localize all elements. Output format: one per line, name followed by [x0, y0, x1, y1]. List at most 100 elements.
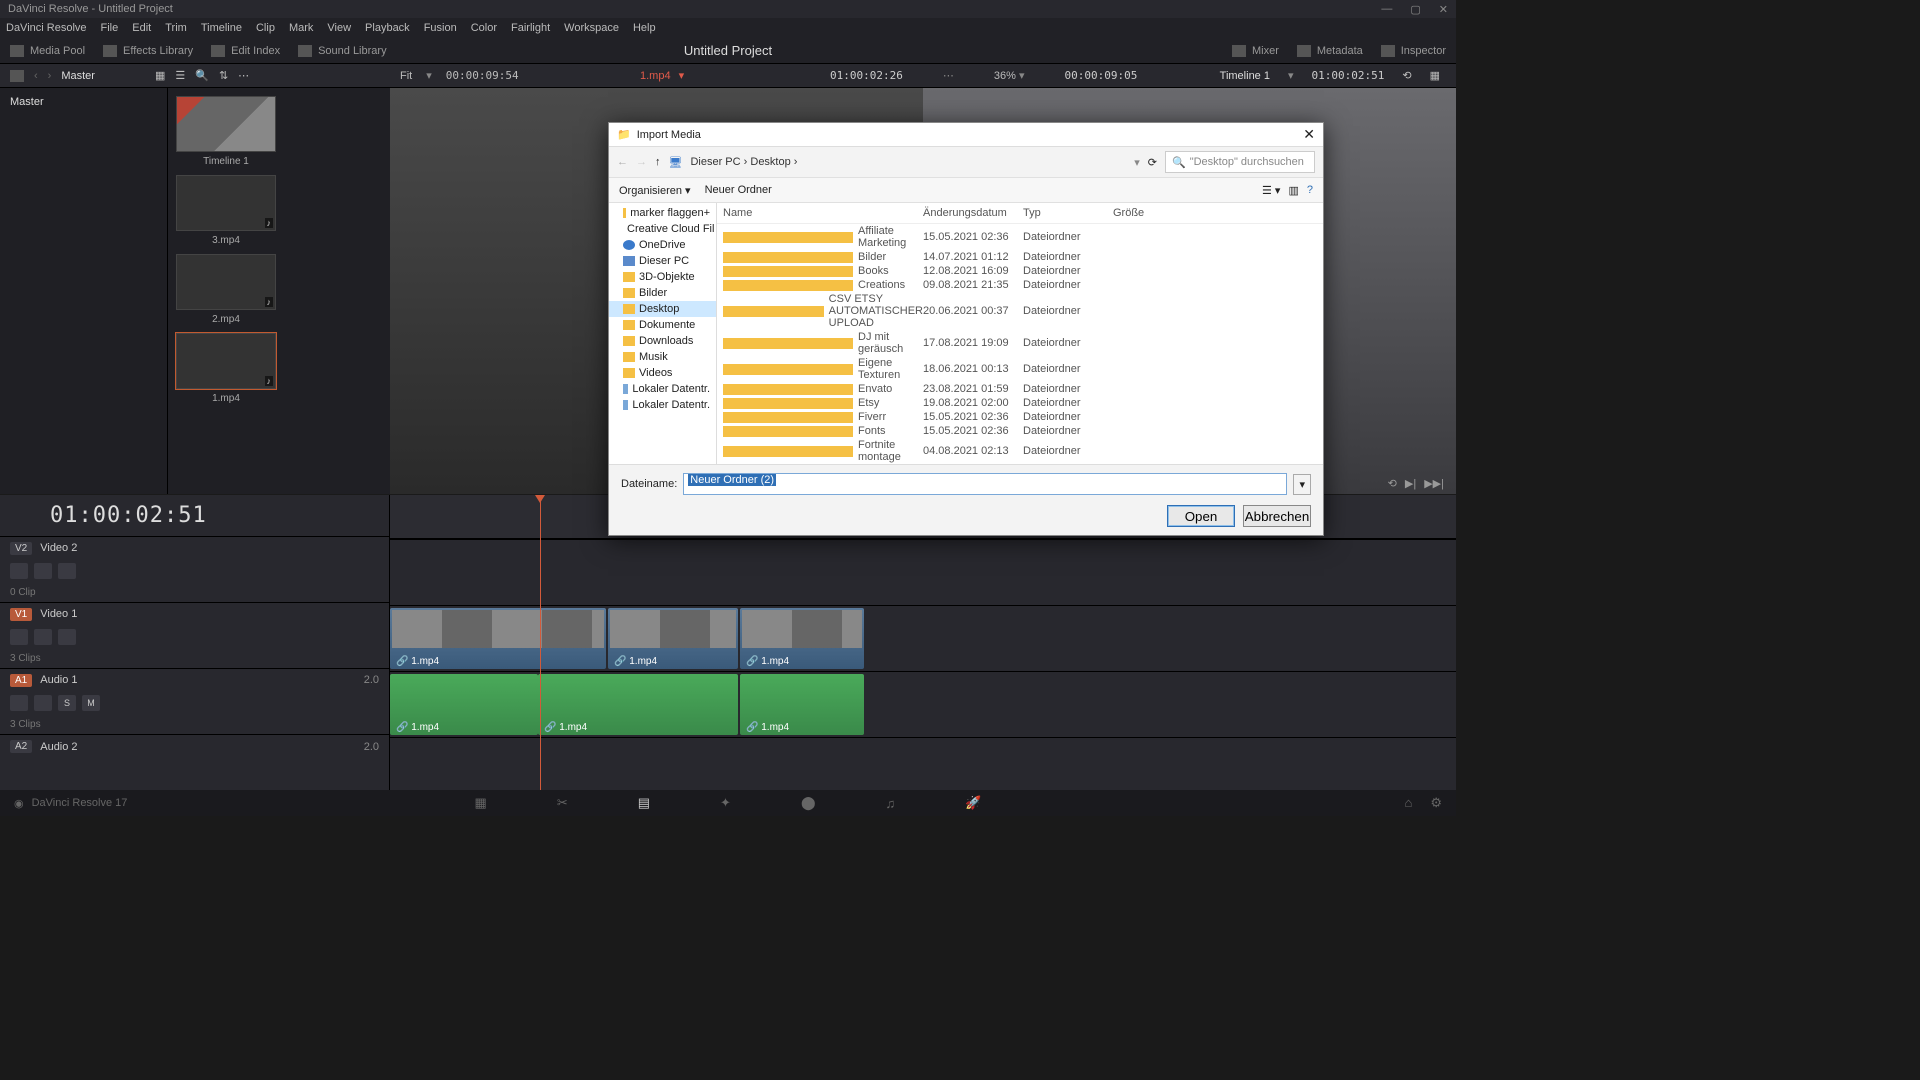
menu-clip[interactable]: Clip — [256, 22, 275, 34]
enable-button[interactable] — [34, 629, 52, 645]
menu-help[interactable]: Help — [633, 22, 656, 34]
track-badge[interactable]: A2 — [10, 740, 32, 753]
forward-icon[interactable]: → — [636, 156, 647, 168]
tree-item[interactable]: Desktop — [609, 301, 716, 317]
edit-index-tab[interactable]: Edit Index — [211, 45, 280, 57]
timeline-clip[interactable]: 🔗 1.mp4 — [608, 608, 738, 669]
search-icon[interactable]: 🔍 — [195, 69, 209, 82]
fairlight-page-icon[interactable]: ♫ — [886, 796, 896, 811]
up-icon[interactable]: ↑ — [655, 156, 661, 168]
settings-icon[interactable]: ⚙ — [1430, 795, 1442, 811]
file-row[interactable]: Affiliate Marketing15.05.2021 02:36Datei… — [717, 224, 1323, 250]
tree-item[interactable]: Dieser PC — [609, 253, 716, 269]
mixer-tab[interactable]: Mixer — [1232, 45, 1279, 57]
menu-fairlight[interactable]: Fairlight — [511, 22, 550, 34]
menu-workspace[interactable]: Workspace — [564, 22, 619, 34]
media-pool-grid[interactable]: Timeline 1 ♪3.mp4 ♪2.mp4 ♪1.mp4 — [168, 88, 390, 494]
bin-name[interactable]: Master — [61, 70, 95, 82]
folder-tree[interactable]: marker flaggen+Creative Cloud FilOneDriv… — [609, 203, 717, 464]
file-row[interactable]: Envato23.08.2021 01:59Dateiordner — [717, 382, 1323, 396]
track-header-v1[interactable]: V1Video 13 Clips — [0, 602, 389, 668]
menu-playback[interactable]: Playback — [365, 22, 410, 34]
tree-item[interactable]: Videos — [609, 365, 716, 381]
back-icon[interactable]: ← — [617, 156, 628, 168]
deliver-page-icon[interactable]: 🚀 — [965, 795, 981, 811]
sort-icon[interactable]: ⇅ — [219, 69, 228, 82]
tree-item[interactable]: 3D-Objekte — [609, 269, 716, 285]
file-row[interactable]: Etsy19.08.2021 02:00Dateiordner — [717, 396, 1323, 410]
fit-dropdown[interactable]: Fit — [400, 70, 412, 82]
cut-page-icon[interactable]: ✂ — [557, 795, 568, 811]
lock-button[interactable] — [10, 629, 28, 645]
file-row[interactable]: Creations09.08.2021 21:35Dateiordner — [717, 278, 1323, 292]
track-a2[interactable] — [390, 737, 1456, 761]
home-icon[interactable]: ⌂ — [1404, 795, 1412, 811]
enable-button[interactable] — [34, 563, 52, 579]
track-v2[interactable] — [390, 539, 1456, 605]
chevron-down-icon[interactable]: ▾ — [1288, 69, 1294, 82]
track-v1[interactable]: 🔗 1.mp4🔗 1.mp4🔗 1.mp4 — [390, 605, 1456, 671]
metadata-tab[interactable]: Metadata — [1297, 45, 1363, 57]
tree-item[interactable]: Dokumente — [609, 317, 716, 333]
bin-tree[interactable]: Master — [0, 88, 168, 494]
menu-color[interactable]: Color — [471, 22, 497, 34]
media-thumb[interactable]: ♪2.mp4 — [176, 254, 276, 325]
help-icon[interactable]: ? — [1307, 184, 1313, 196]
menu-edit[interactable]: Edit — [132, 22, 151, 34]
sync-icon[interactable]: ⟲ — [1402, 69, 1411, 82]
minimize-icon[interactable]: — — [1381, 3, 1392, 16]
tree-item[interactable]: Downloads — [609, 333, 716, 349]
refresh-icon[interactable]: ⟳ — [1148, 156, 1157, 169]
media-thumb[interactable]: ♪3.mp4 — [176, 175, 276, 246]
zoom-level[interactable]: 36% — [994, 70, 1016, 82]
play-end-icon[interactable]: ▶| — [1405, 477, 1416, 490]
file-row[interactable]: Fortnite montage04.08.2021 02:13Dateiord… — [717, 438, 1323, 464]
track-badge[interactable]: V1 — [10, 608, 32, 621]
timeline-tracks[interactable]: 🔗 1.mp4🔗 1.mp4🔗 1.mp4 🔗 1.mp4🔗 1.mp4🔗 1.… — [390, 495, 1456, 790]
maximize-icon[interactable]: ▢ — [1410, 3, 1420, 16]
solo-button[interactable] — [58, 629, 76, 645]
timeline-clip[interactable]: 🔗 1.mp4 — [740, 608, 864, 669]
open-button[interactable]: Open — [1167, 505, 1235, 527]
source-clip-name[interactable]: 1.mp4 — [640, 70, 671, 82]
media-thumb[interactable]: Timeline 1 — [176, 96, 276, 167]
solo-button[interactable]: S — [58, 695, 76, 711]
arrow-right-icon[interactable]: › — [48, 70, 52, 82]
next-end-icon[interactable]: ▶▶| — [1424, 477, 1444, 490]
timeline-clip[interactable]: 🔗 1.mp4 — [538, 674, 738, 735]
preview-pane-icon[interactable]: ▥ — [1288, 184, 1298, 197]
effects-tab[interactable]: Effects Library — [103, 45, 193, 57]
fusion-page-icon[interactable]: ✦ — [720, 795, 731, 811]
close-icon[interactable]: ✕ — [1439, 3, 1448, 16]
timeline-clip[interactable]: 🔗 1.mp4 — [390, 674, 538, 735]
tree-item[interactable]: OneDrive — [609, 237, 716, 253]
file-row[interactable]: Fiverr15.05.2021 02:36Dateiordner — [717, 410, 1323, 424]
list-header[interactable]: Name Änderungsdatum Typ Größe — [717, 203, 1323, 224]
arrow-left-icon[interactable]: ‹ — [34, 70, 38, 82]
tree-item[interactable]: Musik — [609, 349, 716, 365]
file-row[interactable]: DJ mit geräusch17.08.2021 19:09Dateiordn… — [717, 330, 1323, 356]
view-mode-icon[interactable]: ☰ ▾ — [1262, 184, 1280, 197]
chevron-down-icon[interactable]: ▾ — [1293, 474, 1311, 495]
track-a1[interactable]: 🔗 1.mp4🔗 1.mp4🔗 1.mp4 — [390, 671, 1456, 737]
tree-item[interactable]: Creative Cloud Fil — [609, 221, 716, 237]
timeline-clip[interactable]: 🔗 1.mp4 — [740, 674, 864, 735]
sound-lib-tab[interactable]: Sound Library — [298, 45, 387, 57]
menu-view[interactable]: View — [327, 22, 351, 34]
chevron-down-icon[interactable]: ▾ — [1134, 156, 1140, 169]
grid-icon[interactable]: ▦ — [1430, 69, 1440, 82]
media-pool-tab[interactable]: Media Pool — [10, 45, 85, 57]
menu-fusion[interactable]: Fusion — [424, 22, 457, 34]
menu-davinci-resolve[interactable]: DaVinci Resolve — [6, 22, 87, 34]
menu-timeline[interactable]: Timeline — [201, 22, 242, 34]
enable-button[interactable] — [34, 695, 52, 711]
tree-item[interactable]: marker flaggen+ — [609, 205, 716, 221]
close-icon[interactable]: ✕ — [1303, 126, 1315, 143]
lock-button[interactable] — [10, 695, 28, 711]
file-row[interactable]: Bilder14.07.2021 01:12Dateiordner — [717, 250, 1323, 264]
media-thumb[interactable]: ♪1.mp4 — [176, 333, 276, 404]
lock-button[interactable] — [10, 563, 28, 579]
inspector-tab[interactable]: Inspector — [1381, 45, 1446, 57]
track-header-v2[interactable]: V2Video 20 Clip — [0, 536, 389, 602]
view-list-icon[interactable]: ☰ — [175, 69, 185, 82]
